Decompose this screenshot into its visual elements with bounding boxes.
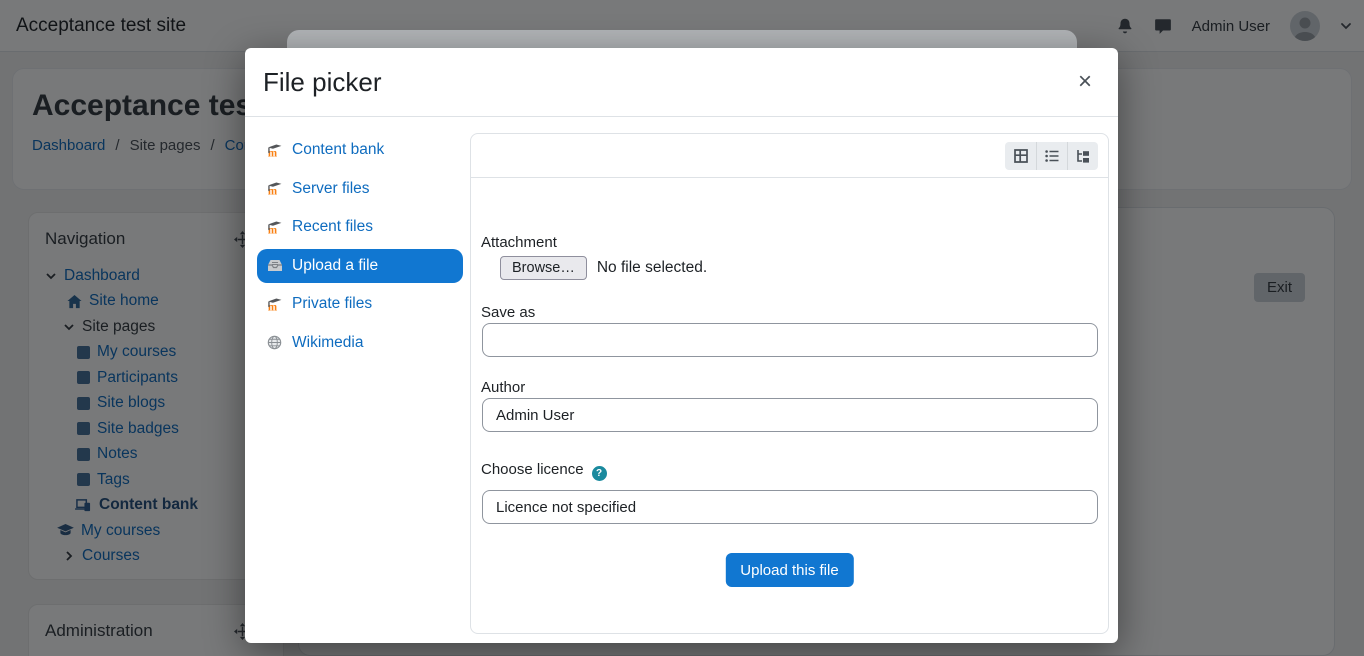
close-icon[interactable]: × (1070, 66, 1100, 98)
browse-button[interactable]: Browse… (500, 256, 587, 280)
licence-select[interactable]: Licence not specified (482, 490, 1098, 524)
modal-body: m Content bank m Server files m Recent f… (245, 117, 1118, 643)
choose-licence-label: Choose licence? (481, 461, 607, 481)
repo-item-wikimedia[interactable]: Wikimedia (257, 326, 463, 360)
save-as-label: Save as (481, 304, 536, 321)
wikimedia-globe-icon (267, 335, 284, 350)
upload-tray-icon (267, 258, 284, 273)
moodle-icon: m (267, 297, 284, 312)
help-icon[interactable]: ? (591, 466, 607, 481)
moodle-icon: m (267, 220, 284, 235)
repository-nav: m Content bank m Server files m Recent f… (257, 133, 463, 364)
tree-view-icon[interactable] (1067, 142, 1098, 170)
file-picker-pane: Attachment Browse… No file selected. Sav… (470, 133, 1109, 634)
file-picker-modal: File picker × m Content bank m Server fi… (245, 48, 1118, 643)
repo-item-recent-files[interactable]: m Recent files (257, 210, 463, 244)
save-as-input[interactable] (482, 323, 1098, 357)
attachment-label: Attachment (481, 234, 557, 251)
repo-item-private-files[interactable]: m Private files (257, 287, 463, 321)
licence-selected-value: Licence not specified (496, 498, 637, 516)
no-file-selected-text: No file selected. (596, 259, 708, 276)
author-input[interactable] (482, 398, 1098, 432)
pane-toolbar (471, 134, 1108, 178)
moodle-icon: m (267, 181, 284, 196)
repo-item-content-bank[interactable]: m Content bank (257, 133, 463, 167)
repo-item-upload-a-file[interactable]: Upload a file (257, 248, 463, 283)
attachment-file-input: Browse… No file selected. (500, 256, 707, 280)
view-toggle-group (1005, 142, 1098, 170)
grid-view-icon[interactable] (1005, 142, 1036, 170)
modal-header: File picker × (245, 48, 1118, 117)
repo-item-server-files[interactable]: m Server files (257, 172, 463, 206)
author-label: Author (481, 379, 526, 396)
upload-this-file-button[interactable]: Upload this file (725, 553, 854, 587)
moodle-icon: m (267, 143, 284, 158)
modal-title: File picker (263, 66, 382, 97)
list-view-icon[interactable] (1036, 142, 1067, 170)
